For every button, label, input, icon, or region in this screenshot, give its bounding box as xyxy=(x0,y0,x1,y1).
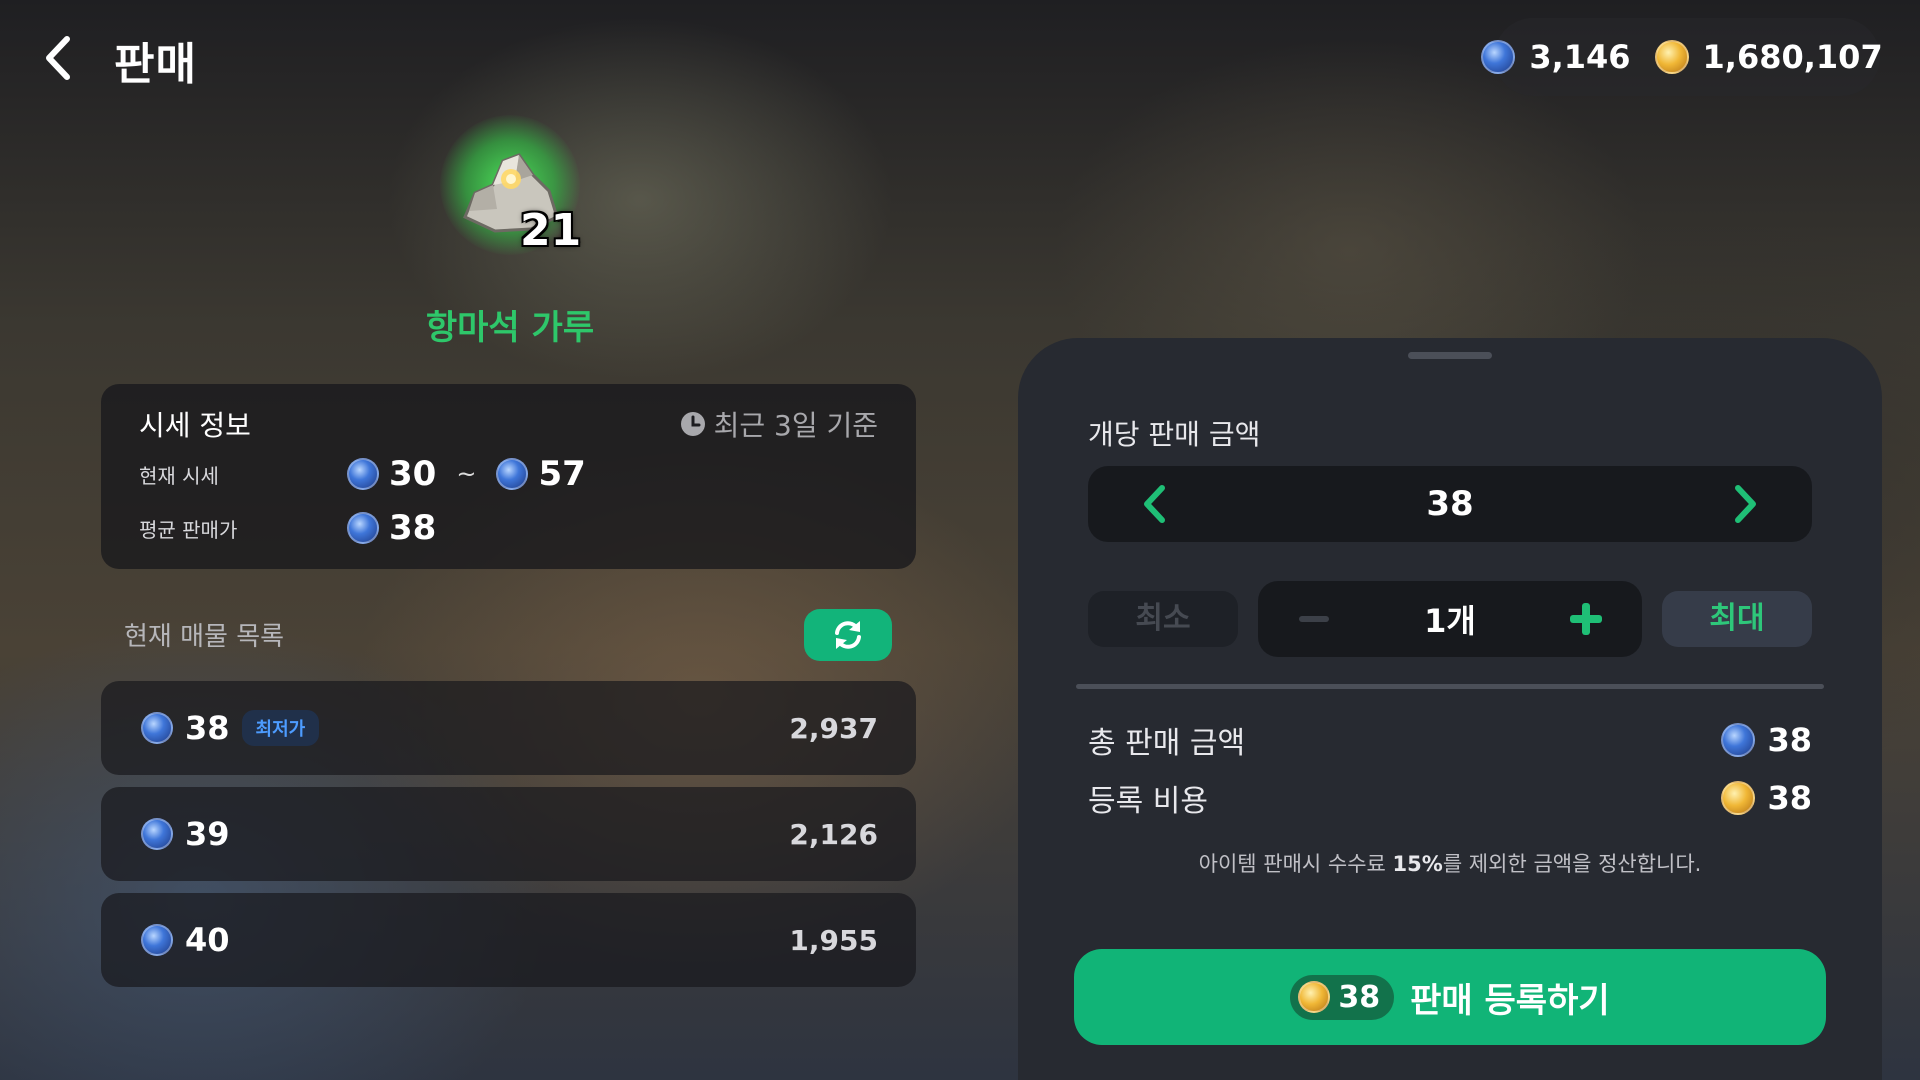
register-cost-chip: 38 xyxy=(1290,974,1395,1020)
chevron-left-icon xyxy=(1144,485,1165,523)
currency-display: 3,146 1,680,107 xyxy=(1481,18,1883,96)
item-count: 21 xyxy=(520,205,582,256)
max-quantity-button[interactable]: 최대 xyxy=(1662,591,1812,647)
gold-currency-amount: 1,680,107 xyxy=(1702,38,1883,76)
current-price-label: 현재 시세 xyxy=(139,463,219,488)
current-price-max: 57 xyxy=(538,454,586,494)
drag-handle[interactable] xyxy=(1408,352,1492,359)
price-decrease-button[interactable] xyxy=(1138,482,1172,526)
chevron-left-icon xyxy=(46,36,70,80)
blue-gem-coin-icon xyxy=(347,458,379,490)
unit-price-label: 개당 판매 금액 xyxy=(1088,418,1261,451)
back-button[interactable] xyxy=(38,34,78,82)
quantity-value: 1개 xyxy=(1424,602,1476,640)
register-sale-label: 판매 등록하기 xyxy=(1410,980,1610,1021)
current-price-min: 30 xyxy=(389,454,437,494)
listing-price: 40 xyxy=(185,921,230,959)
market-info-panel: 시세 정보 최근 3일 기준 현재 시세 30 ~ 57 평균 판매가 38 xyxy=(101,384,916,569)
register-sale-button[interactable]: 38 판매 등록하기 xyxy=(1074,949,1826,1045)
divider xyxy=(1076,684,1824,689)
total-sale-amount: 38 xyxy=(1721,721,1812,759)
listings-title: 현재 매물 목록 xyxy=(124,622,285,652)
sell-panel: 개당 판매 금액 38 최소 1개 최대 총 판매 금액 38 등록 비용 38… xyxy=(1018,338,1882,1080)
refresh-button[interactable] xyxy=(804,609,892,661)
listing-quantity: 2,126 xyxy=(789,817,878,851)
plus-icon xyxy=(1570,603,1602,635)
blue-currency-amount: 3,146 xyxy=(1529,38,1631,76)
blue-gem-coin-icon xyxy=(141,818,173,850)
commission-note: 아이템 판매시 수수료 15%를 제외한 금액을 정산합니다. xyxy=(1088,848,1812,878)
market-info-period-text: 최근 3일 기준 xyxy=(713,409,878,442)
register-cost-value: 38 xyxy=(1338,979,1381,1015)
registration-fee-row: 등록 비용 38 xyxy=(1088,776,1812,820)
average-price-label: 평균 판매가 xyxy=(139,517,238,542)
listing-row[interactable]: 40 1,955 xyxy=(101,893,916,987)
lowest-price-badge: 최저가 xyxy=(241,710,320,746)
listing-row[interactable]: 39 2,126 xyxy=(101,787,916,881)
commission-note-prefix: 아이템 판매시 수수료 xyxy=(1198,852,1393,876)
total-sale-row: 총 판매 금액 38 xyxy=(1088,718,1812,762)
minus-icon xyxy=(1299,616,1329,622)
blue-gem-coin-icon xyxy=(1481,40,1516,74)
quantity-stepper: 1개 xyxy=(1258,581,1642,657)
total-sale-label: 총 판매 금액 xyxy=(1088,726,1246,761)
refresh-icon xyxy=(835,621,861,649)
market-info-title: 시세 정보 xyxy=(139,409,251,442)
commission-note-suffix: 를 제외한 금액을 정산합니다. xyxy=(1442,852,1702,876)
range-separator: ~ xyxy=(456,460,477,488)
listing-quantity: 2,937 xyxy=(789,711,878,745)
blue-gem-coin-icon xyxy=(141,712,173,744)
blue-gem-coin-icon xyxy=(141,924,173,956)
listing-price: 38 xyxy=(185,709,230,747)
clock-icon xyxy=(680,412,705,436)
registration-fee-value: 38 xyxy=(1767,779,1812,817)
blue-gem-coin-icon xyxy=(496,458,529,490)
blue-gem-coin-icon xyxy=(347,512,379,544)
registration-fee-amount: 38 xyxy=(1721,779,1812,817)
listing-quantity: 1,955 xyxy=(789,923,878,957)
item-name: 항마석 가루 xyxy=(425,308,595,348)
blue-gem-coin-icon xyxy=(1721,723,1756,757)
gold-coin-icon xyxy=(1654,40,1689,74)
unit-price-stepper: 38 xyxy=(1088,466,1812,542)
average-price-row: 평균 판매가 38 xyxy=(139,508,436,548)
price-increase-button[interactable] xyxy=(1728,482,1762,526)
registration-fee-label: 등록 비용 xyxy=(1088,784,1208,819)
current-price-row: 현재 시세 30 ~ 57 xyxy=(139,454,586,494)
listing-price: 39 xyxy=(185,815,230,853)
min-quantity-button[interactable]: 최소 xyxy=(1088,591,1238,647)
gold-coin-icon xyxy=(1721,781,1756,815)
unit-price-value: 38 xyxy=(1426,484,1474,524)
market-info-period: 최근 3일 기준 xyxy=(680,404,878,444)
quantity-increase-button[interactable] xyxy=(1566,599,1606,639)
gold-coin-icon xyxy=(1298,981,1331,1013)
average-price-value: 38 xyxy=(389,508,437,548)
quantity-decrease-button[interactable] xyxy=(1294,599,1334,639)
commission-percent: 15% xyxy=(1392,852,1443,876)
page-title: 판매 xyxy=(114,39,197,90)
chevron-right-icon xyxy=(1734,485,1756,523)
total-sale-value: 38 xyxy=(1767,721,1812,759)
listing-row[interactable]: 38 최저가 2,937 xyxy=(101,681,916,775)
